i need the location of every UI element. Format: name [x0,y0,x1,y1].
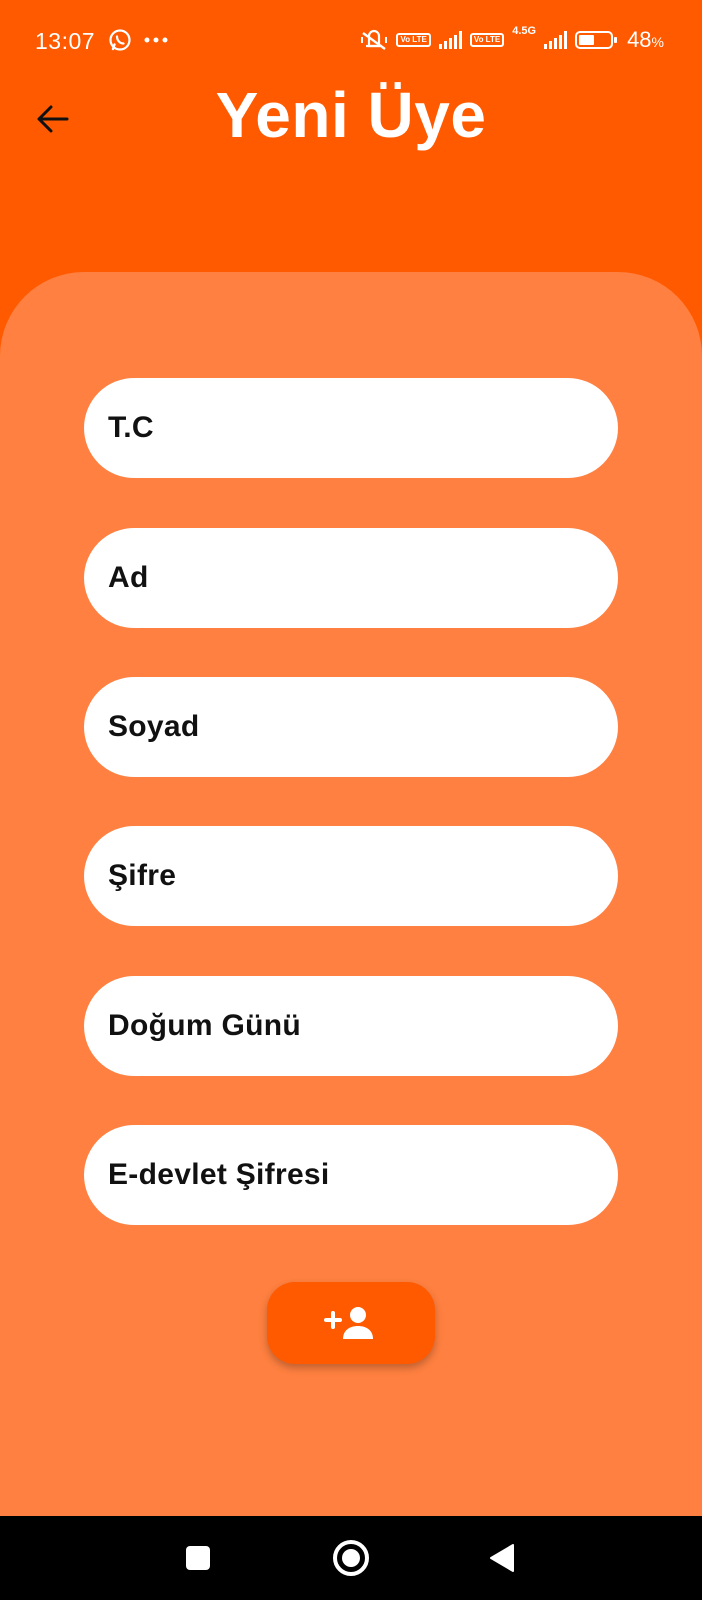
person-add-icon [324,1307,373,1339]
first-name-field-label: Ad [108,561,149,594]
add-user-button[interactable] [267,1282,435,1364]
birthday-field[interactable]: Doğum Günü [84,976,618,1076]
home-circle-icon [333,1540,369,1576]
whatsapp-icon [109,29,131,51]
back-nav-button[interactable] [460,1516,544,1600]
last-name-field-label: Soyad [108,710,200,743]
volte-icon-2: Vo LTE [469,33,505,47]
triangle-back-icon [490,1544,514,1572]
more-dots-icon [144,37,168,43]
edevlet-password-field-label: E-devlet Şifresi [108,1158,330,1191]
home-button[interactable] [309,1516,393,1600]
first-name-field[interactable]: Ad [84,528,618,628]
last-name-field[interactable]: Soyad [84,677,618,777]
tc-field-label: T.C [108,411,154,444]
status-time: 13:07 [35,28,96,54]
system-nav-bar [0,1516,702,1600]
password-field-label: Şifre [108,859,177,892]
birthday-field-label: Doğum Günü [108,1009,301,1042]
status-indicators: Vo LTE Vo LTE 4.5G 48% [360,25,664,53]
status-bar: 13:07 Vo LTE Vo LTE 4.5G 48% [0,0,702,84]
vibrate-off-icon [361,29,388,50]
page-title: Yeni Üye [215,79,487,151]
signal-icon [438,31,462,49]
signal-icon-2 [544,31,568,49]
tc-field[interactable]: T.C [84,378,618,478]
square-icon [186,1546,210,1570]
recents-button[interactable] [156,1516,240,1600]
status-notifications [108,28,168,52]
battery-percent: 48% [627,27,664,52]
battery-icon [575,31,618,49]
network-type-label: 4.5G [512,25,537,37]
edevlet-password-field[interactable]: E-devlet Şifresi [84,1125,618,1225]
volte-icon: Vo LTE [396,33,431,47]
password-field[interactable]: Şifre [84,826,618,926]
